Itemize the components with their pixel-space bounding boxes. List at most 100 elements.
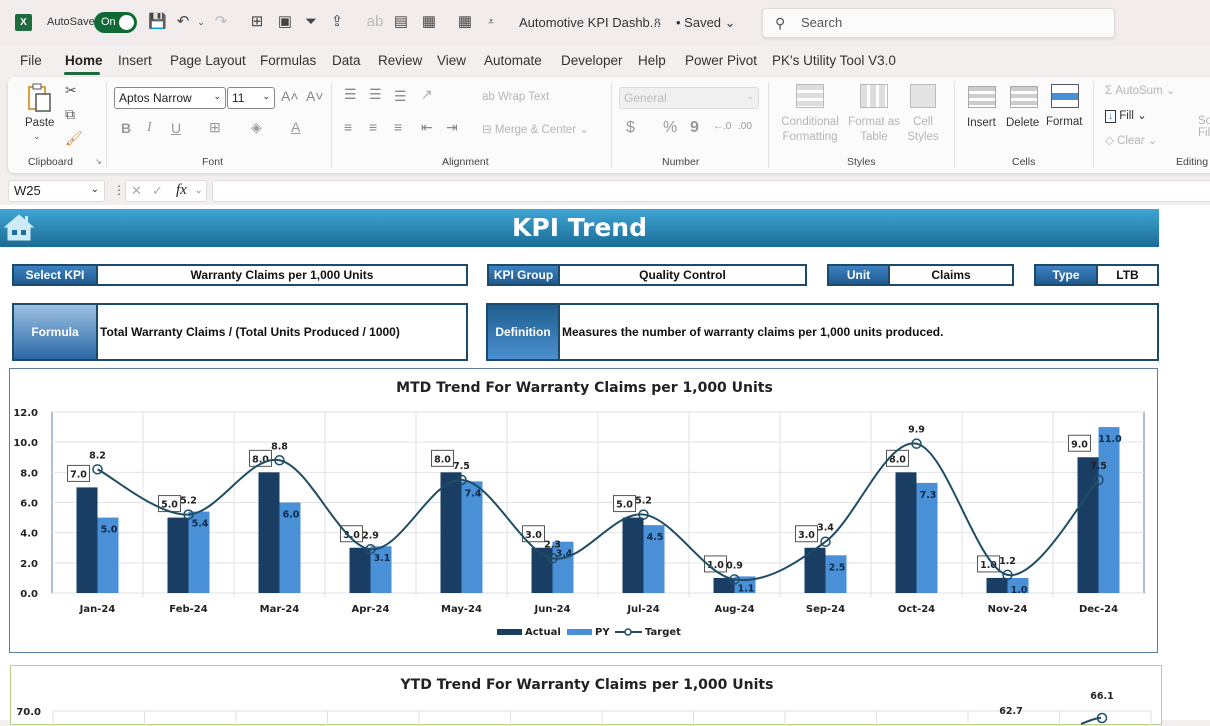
data-label: 66.1 <box>1090 691 1113 702</box>
type-value: LTB <box>1098 264 1159 286</box>
form-icon[interactable]: ▤ <box>392 13 410 31</box>
customize-qat-icon[interactable]: ⩡ <box>482 13 500 31</box>
cell-styles-button[interactable]: Cell Styles <box>902 115 944 145</box>
tab-view[interactable]: View <box>437 53 466 68</box>
paste-icon[interactable] <box>27 83 53 113</box>
fill-color-icon[interactable]: ◈ <box>251 119 262 136</box>
redo-icon[interactable]: ↷ <box>212 13 230 31</box>
merge-center-button[interactable]: ⊟ Merge & Center ⌄ <box>482 122 589 136</box>
fat-label2: Table <box>860 131 888 143</box>
insert-button[interactable]: Insert <box>967 117 996 129</box>
data-label-py: 7.3 <box>920 490 937 501</box>
legend-actual-swatch <box>497 629 522 635</box>
align-right-icon[interactable]: ≡ <box>394 119 402 135</box>
tab-pk-utility[interactable]: PK's Utility Tool V3.0 <box>772 53 896 68</box>
tab-help[interactable]: Help <box>638 53 666 68</box>
tab-page-layout[interactable]: Page Layout <box>170 53 246 68</box>
saved-status[interactable]: • Saved ⌄ <box>676 15 736 31</box>
font-name-select[interactable]: Aptos Narrow ⌄ <box>114 87 226 109</box>
orientation-icon[interactable]: ↗ <box>421 86 433 103</box>
tab-file[interactable]: File <box>20 53 42 68</box>
enter-icon[interactable]: ✓ <box>152 183 163 199</box>
share-icon[interactable]: ⇪ <box>328 13 346 31</box>
document-title[interactable]: Automotive KPI Dashb... <box>519 15 661 30</box>
align-center-icon[interactable]: ≡ <box>369 119 377 135</box>
sort-filter-button[interactable]: So Fil <box>1198 115 1210 139</box>
ytd-chart[interactable]: YTD Trend For Warranty Claims per 1,000 … <box>10 665 1162 726</box>
data-label-py: 3.1 <box>374 553 391 564</box>
tab-power-pivot[interactable]: Power Pivot <box>685 53 757 68</box>
cut-icon[interactable]: ✂ <box>65 82 77 99</box>
number-format-select[interactable]: General ⌄ <box>619 87 759 109</box>
unit-label: Unit <box>827 264 890 286</box>
select-kpi-dropdown[interactable]: Warranty Claims per 1,000 Units <box>98 264 468 286</box>
increase-indent-icon[interactable]: ⇥ <box>446 119 458 136</box>
picture-icon[interactable]: ▣ <box>276 13 294 31</box>
percent-button[interactable]: % <box>663 119 677 137</box>
name-box[interactable]: W25 ⌄ <box>8 180 105 202</box>
clear-button[interactable]: ◇ Clear ⌄ <box>1105 133 1157 147</box>
decrease-decimal-icon[interactable]: .00 <box>738 121 752 132</box>
align-top-icon[interactable]: ☰ <box>344 86 357 103</box>
data-label-actual: 9.0 <box>1071 439 1088 450</box>
tab-home[interactable]: Home <box>65 53 103 68</box>
align-bottom-icon[interactable]: ☰ <box>394 88 407 105</box>
tab-developer[interactable]: Developer <box>561 53 623 68</box>
bold-button[interactable]: B <box>121 120 131 136</box>
decrease-indent-icon[interactable]: ⇤ <box>421 119 433 136</box>
insert-cells-icon[interactable] <box>968 86 996 108</box>
currency-button[interactable]: $ <box>626 119 635 137</box>
decrease-font-icon[interactable]: A˅ <box>306 88 324 104</box>
tab-insert[interactable]: Insert <box>118 53 152 68</box>
autosum-button[interactable]: Σ AutoSum ⌄ <box>1105 83 1175 97</box>
fx-dropdown-icon[interactable]: ⌄ <box>195 185 203 196</box>
tab-automate[interactable]: Automate <box>484 53 542 68</box>
fill-button[interactable]: ↓ Fill ⌄ <box>1105 108 1147 123</box>
format-painter-icon[interactable]: 🖌 <box>65 130 83 147</box>
underline-button[interactable]: U <box>171 120 181 136</box>
cancel-icon[interactable]: ✕ <box>131 183 142 199</box>
increase-decimal-icon[interactable]: ←.0 <box>713 121 731 132</box>
format-as-table-button[interactable]: Format as Table <box>845 115 903 145</box>
data-label-actual: 3.0 <box>525 530 542 541</box>
borders-button-icon[interactable]: ⊞ <box>209 119 221 136</box>
conditional-formatting-icon[interactable] <box>796 84 824 108</box>
font-color-icon[interactable]: A <box>291 119 300 135</box>
autosave-toggle[interactable]: On <box>94 12 137 33</box>
tab-review[interactable]: Review <box>378 53 422 68</box>
align-left-icon[interactable]: ≡ <box>344 119 352 135</box>
copy-icon[interactable]: ⧉ <box>65 106 75 123</box>
more-options-icon[interactable]: ⋮ <box>113 183 125 197</box>
mtd-chart[interactable]: MTD Trend For Warranty Claims per 1,000 … <box>9 368 1158 653</box>
cell-styles-icon[interactable] <box>910 84 936 108</box>
clipboard-launcher-icon[interactable]: ↘ <box>95 157 102 166</box>
undo-icon[interactable]: ↶ <box>174 13 192 31</box>
increase-font-icon[interactable]: A˄ <box>281 88 299 104</box>
formula-input[interactable] <box>212 180 1210 202</box>
format-as-table-icon[interactable] <box>860 84 888 108</box>
undo-dropdown-icon[interactable]: ⌄ <box>192 13 210 31</box>
font-size-select[interactable]: 11 ⌄ <box>227 87 275 109</box>
italic-button[interactable]: I <box>147 120 152 136</box>
spelling-icon[interactable]: ab <box>366 13 384 31</box>
insert-function-icon[interactable]: fx <box>176 182 187 199</box>
align-middle-icon[interactable]: ☰ <box>369 86 382 103</box>
calculator2-icon[interactable]: ▦ <box>456 13 474 31</box>
search-box[interactable]: ⚲ Search <box>762 8 1115 38</box>
data-label-target: 2.3 <box>544 539 561 550</box>
wrap-text-button[interactable]: ab Wrap Text <box>482 91 549 103</box>
filter-icon[interactable]: ⏷ <box>302 13 320 31</box>
borders-icon[interactable]: ⊞ <box>248 13 266 31</box>
conditional-formatting-button[interactable]: Conditional Formatting <box>778 115 842 145</box>
tab-data[interactable]: Data <box>332 53 361 68</box>
delete-cells-icon[interactable] <box>1010 86 1038 108</box>
save-icon[interactable]: 💾 <box>148 13 167 31</box>
format-cells-icon[interactable] <box>1051 84 1079 108</box>
format-button[interactable]: Format <box>1046 116 1082 128</box>
delete-button[interactable]: Delete <box>1006 117 1039 129</box>
tab-formulas[interactable]: Formulas <box>260 53 316 68</box>
comma-button[interactable]: 9 <box>690 119 699 137</box>
calculator-icon[interactable]: ▦ <box>420 13 438 31</box>
paste-button[interactable]: Paste <box>25 117 54 129</box>
paste-dropdown-icon[interactable]: ⌄ <box>33 131 41 142</box>
